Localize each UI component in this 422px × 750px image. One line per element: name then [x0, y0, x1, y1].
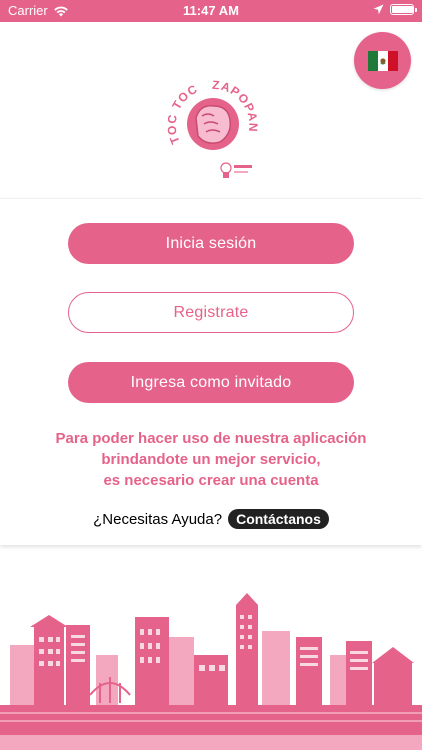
- help-question: ¿Necesitas Ayuda?: [93, 510, 223, 528]
- account-info-text: Para poder hacer uso de nuestra aplicaci…: [20, 428, 402, 491]
- guest-button-label: Ingresa como invitado: [130, 373, 292, 391]
- status-right-group: [373, 4, 417, 15]
- info-line-3: es necesario crear una cuenta: [103, 472, 319, 489]
- contact-button[interactable]: Contáctanos: [228, 509, 329, 529]
- guest-button[interactable]: Ingresa como invitado: [68, 362, 354, 403]
- info-line-1: Para poder hacer uso de nuestra aplicaci…: [55, 430, 367, 447]
- login-button[interactable]: Inicia sesión: [68, 223, 354, 264]
- battery-fill: [392, 6, 413, 13]
- info-line-2: brindandote un mejor servicio,: [101, 451, 321, 468]
- knocking-fist-logo-icon: [187, 98, 239, 150]
- battery-icon: [390, 4, 417, 15]
- city-skyline-illustration: [0, 593, 422, 750]
- status-time: 11:47 AM: [183, 3, 239, 18]
- help-row: ¿Necesitas Ayuda? Contáctanos: [0, 509, 422, 529]
- mexico-flag-icon: [367, 50, 398, 71]
- login-button-label: Inicia sesión: [165, 234, 257, 252]
- register-button[interactable]: Registrate: [68, 292, 354, 333]
- status-bar: Carrier 11:47 AM: [0, 0, 422, 22]
- location-arrow-icon: [373, 4, 384, 15]
- language-flag-button[interactable]: [354, 32, 411, 89]
- brand-badge-icon: [220, 162, 252, 178]
- toc-toc-zapopan-logo: TOC TOC ZAPOPAN: [165, 78, 260, 178]
- register-button-label: Registrate: [173, 303, 249, 321]
